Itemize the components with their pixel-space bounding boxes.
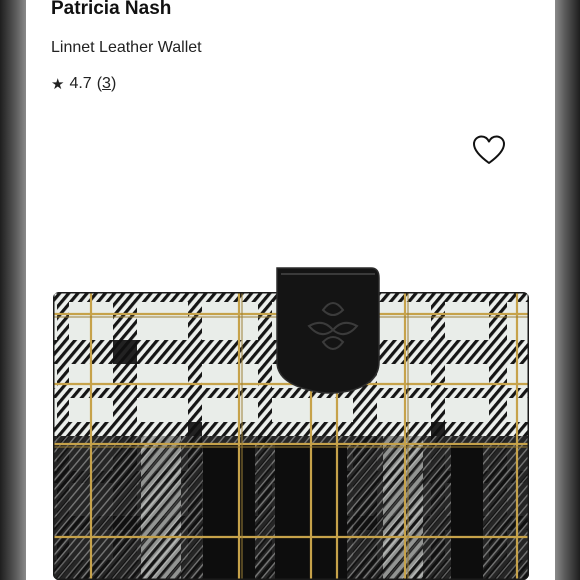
review-count-close-paren: ) xyxy=(110,75,117,92)
heart-outline-icon xyxy=(473,135,505,164)
rating-value: 4.7 xyxy=(69,75,92,92)
product-title: Linnet Leather Wallet xyxy=(51,39,202,56)
product-card: Patricia Nash Linnet Leather Wallet ★ 4.… xyxy=(26,0,555,580)
backdrop-right-edge xyxy=(555,0,580,580)
star-icon: ★ xyxy=(51,76,65,93)
favorite-button[interactable] xyxy=(472,134,506,168)
product-image-wallet xyxy=(53,267,529,580)
product-brand: Patricia Nash xyxy=(51,0,172,19)
backdrop-left-edge xyxy=(0,0,26,580)
product-rating: ★ 4.7 (3) xyxy=(51,75,116,93)
review-count-link[interactable]: 3 xyxy=(102,75,111,93)
wallet-clasp-tab xyxy=(276,267,380,394)
